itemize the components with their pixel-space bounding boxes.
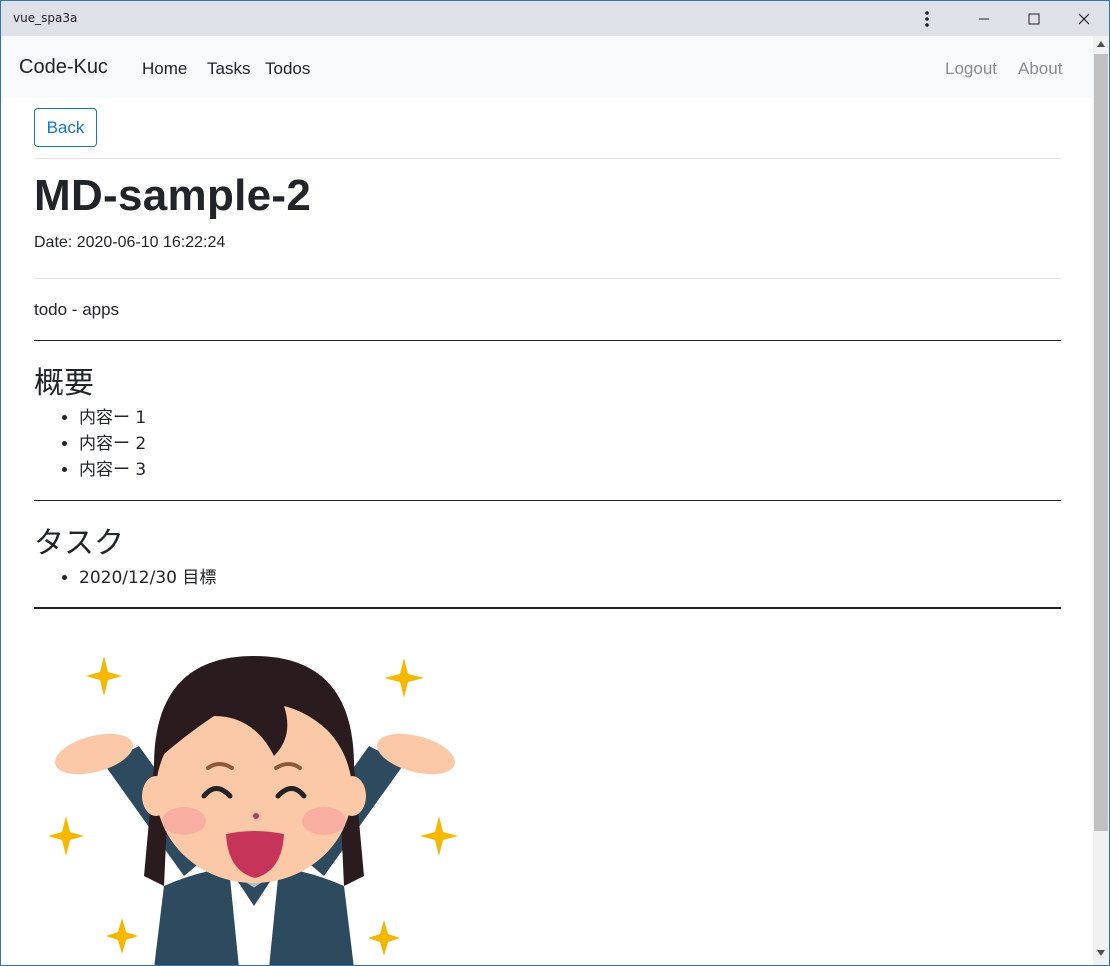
vertical-scrollbar[interactable] xyxy=(1093,36,1109,965)
scroll-down-icon[interactable] xyxy=(1097,950,1105,956)
maximize-button[interactable] xyxy=(1011,1,1057,36)
more-vertical-icon xyxy=(925,10,929,27)
overview-list: 内容ー 1 内容ー 2 内容ー 3 xyxy=(34,405,146,483)
list-item: 内容ー 3 xyxy=(79,457,146,483)
post-description: todo - apps xyxy=(34,300,120,319)
tasks-list: 2020/12/30 目標 xyxy=(34,565,216,591)
menu-button[interactable] xyxy=(904,1,950,36)
divider xyxy=(34,607,1061,609)
list-item: 内容ー 1 xyxy=(79,405,146,431)
divider xyxy=(34,500,1061,501)
navbar-brand[interactable]: Code-Kuc xyxy=(19,56,108,79)
divider xyxy=(34,158,1061,159)
app-window: vue_spa3a Code-Kuc Home Tasks Todos Logo… xyxy=(0,0,1110,966)
nav-link-about[interactable]: About xyxy=(1018,59,1062,79)
title-bar: vue_spa3a xyxy=(1,1,1109,36)
minimize-icon xyxy=(979,18,989,19)
scroll-up-icon[interactable] xyxy=(1097,41,1105,47)
page-title: MD-sample-2 xyxy=(34,171,312,220)
nav-link-tasks[interactable]: Tasks xyxy=(207,59,250,79)
minimize-button[interactable] xyxy=(961,1,1007,36)
post-date: Date: 2020-06-10 16:22:24 xyxy=(34,234,226,251)
section-heading-overview: 概要 xyxy=(34,366,94,401)
section-heading-tasks: タスク xyxy=(34,526,124,561)
navbar: Code-Kuc Home Tasks Todos Logout About xyxy=(1,36,1093,98)
close-icon xyxy=(1078,13,1090,24)
divider xyxy=(34,340,1061,341)
list-item: 2020/12/30 目標 xyxy=(79,565,216,591)
cheering-woman-illustration xyxy=(48,656,458,965)
divider xyxy=(34,278,1061,279)
nav-link-todos[interactable]: Todos xyxy=(265,59,310,79)
scroll-thumb[interactable] xyxy=(1094,54,1108,831)
back-button[interactable]: Back xyxy=(34,108,97,147)
list-item: 内容ー 2 xyxy=(79,431,146,457)
window-title: vue_spa3a xyxy=(13,11,78,25)
nav-link-logout[interactable]: Logout xyxy=(945,59,997,79)
close-button[interactable] xyxy=(1061,1,1107,36)
nav-link-home[interactable]: Home xyxy=(142,59,187,79)
maximize-icon xyxy=(1028,13,1040,24)
